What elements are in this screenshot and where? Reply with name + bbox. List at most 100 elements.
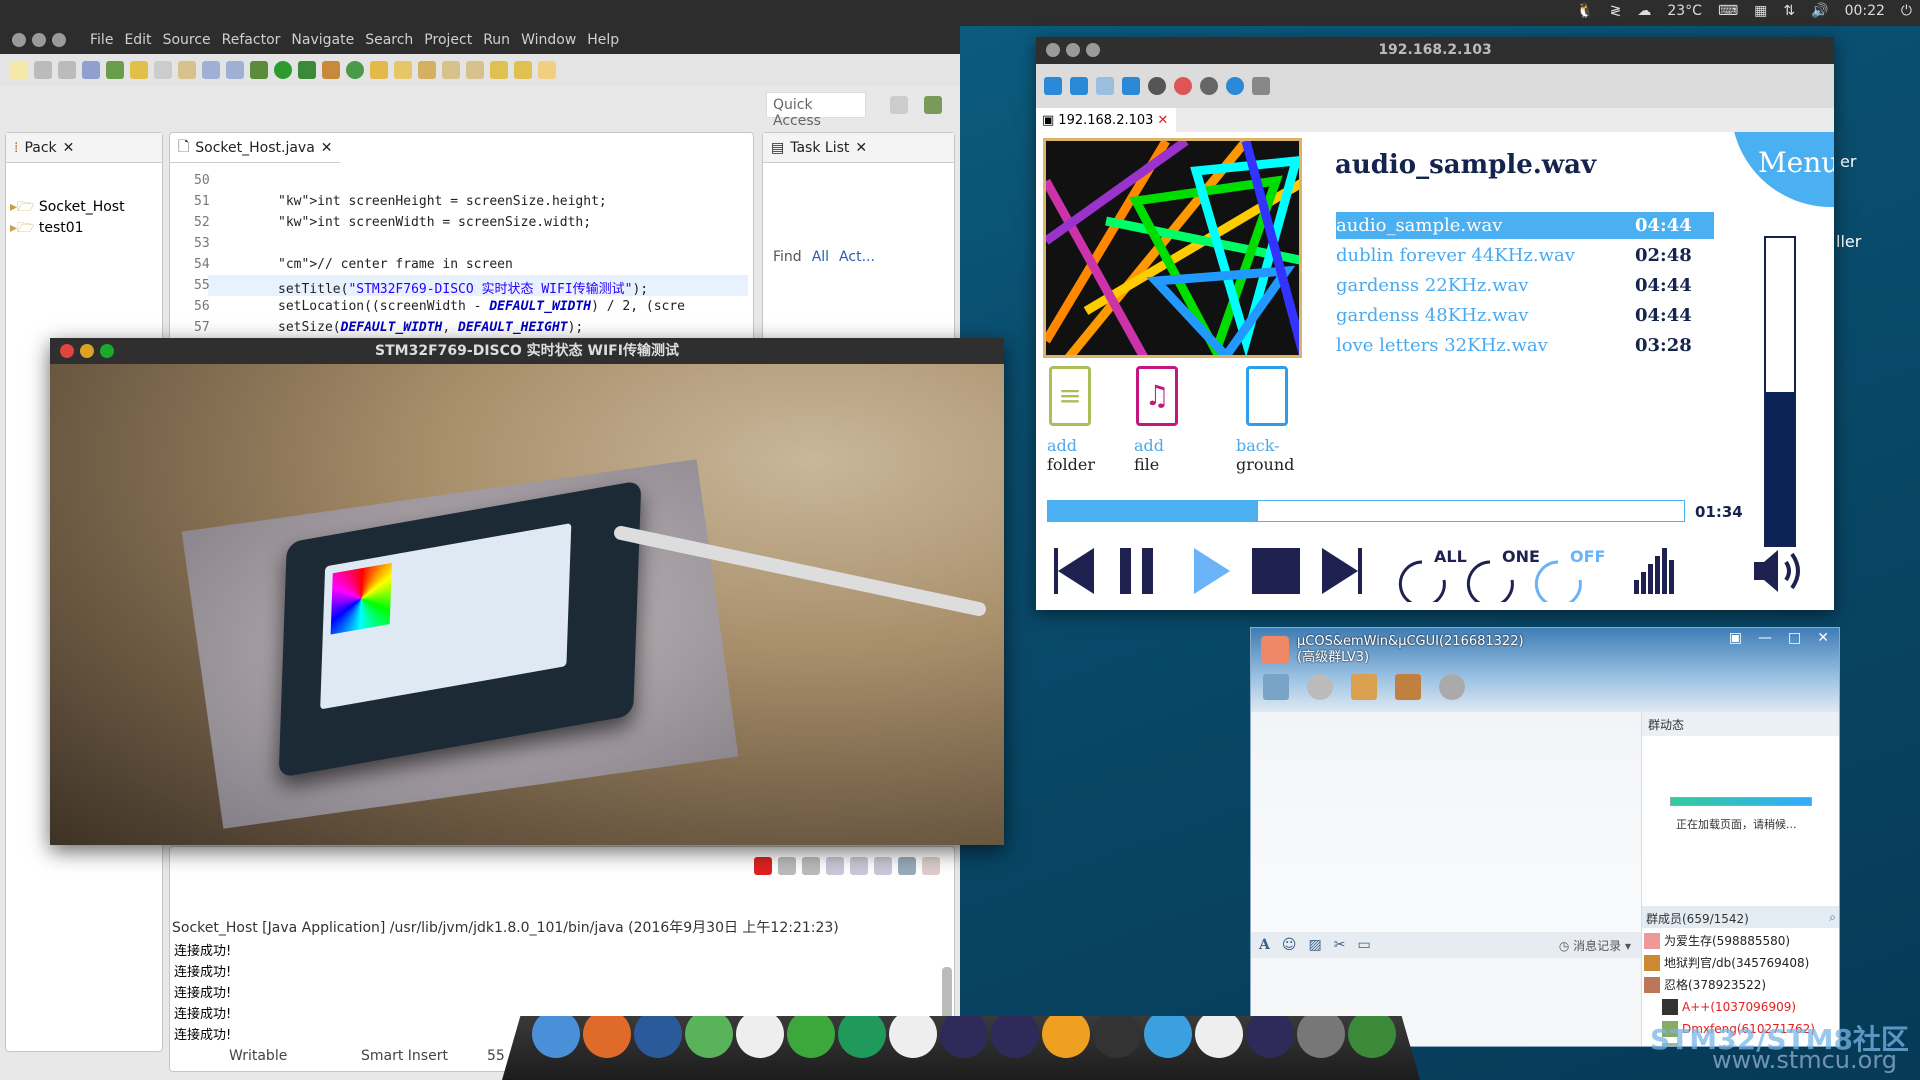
green-orb-icon[interactable] <box>1348 1016 1396 1058</box>
playlist-item[interactable]: dublin forever 44KHz.wav 02:48 <box>1336 242 1714 269</box>
menu-edit[interactable]: Edit <box>124 32 151 48</box>
block-icon[interactable] <box>202 61 220 79</box>
open-perspective-icon[interactable] <box>890 96 908 114</box>
eclipse-icon[interactable] <box>1246 1016 1294 1058</box>
open-console-icon[interactable] <box>922 857 940 875</box>
menu-source[interactable]: Source <box>163 32 211 48</box>
pen-icon[interactable] <box>418 61 436 79</box>
external-tools-icon[interactable] <box>298 61 316 79</box>
member-item[interactable]: 忍格(378923522) <box>1644 974 1815 996</box>
volume-slider[interactable] <box>1764 236 1796 547</box>
member-item[interactable]: A++(1037096909) <box>1644 996 1815 1018</box>
repeat-one-icon[interactable] <box>1466 560 1514 602</box>
action-ground[interactable]: back-ground <box>1236 366 1316 474</box>
firefox-icon[interactable] <box>583 1016 631 1058</box>
code-line[interactable]: "cm">// center frame in screen <box>278 257 513 272</box>
maximize-button[interactable] <box>52 33 66 47</box>
qq-reader-icon[interactable] <box>838 1016 886 1058</box>
close-tab-icon[interactable]: ✕ <box>1157 113 1168 128</box>
pause-button[interactable] <box>1120 548 1153 594</box>
action-file[interactable]: ♫ add file <box>1134 366 1214 474</box>
code-line[interactable]: setLocation((screenWidth - DEFAULT_WIDTH… <box>278 299 685 314</box>
remmina-icon[interactable] <box>1195 1016 1243 1058</box>
wechat-icon[interactable] <box>685 1016 733 1058</box>
clear-console-icon[interactable] <box>826 857 844 875</box>
tab-connection[interactable]: ▣ 192.168.2.103 ✕ <box>1036 108 1176 132</box>
display-console-icon[interactable] <box>898 857 916 875</box>
close-button[interactable] <box>12 33 26 47</box>
keyboard-icon[interactable] <box>1148 77 1166 95</box>
pin-icon[interactable] <box>82 61 100 79</box>
save-icon[interactable] <box>34 61 52 79</box>
minimize-button[interactable] <box>80 344 94 358</box>
member-item[interactable]: 为爱生存(598885580) <box>1644 930 1815 952</box>
download-icon[interactable] <box>1226 77 1244 95</box>
eclipse-icon[interactable] <box>940 1016 988 1058</box>
remove-launch-icon[interactable] <box>778 857 796 875</box>
clock[interactable]: 00:22 <box>1845 3 1885 19</box>
equalizer-icon[interactable] <box>1634 548 1674 594</box>
menu-run[interactable]: Run <box>483 32 510 48</box>
desktop-label[interactable]: er <box>1840 152 1856 171</box>
eclipse-icon[interactable] <box>991 1016 1039 1058</box>
temperature[interactable]: 23°C <box>1667 3 1702 19</box>
weather-icon[interactable]: ☁ <box>1637 3 1651 19</box>
close-tab-icon[interactable]: ✕ <box>855 140 867 156</box>
message-history-button[interactable]: ◷ 消息记录 ▾ <box>1559 937 1631 954</box>
close-tab-icon[interactable]: ✕ <box>321 140 333 156</box>
image-icon[interactable]: ▨ <box>1308 937 1321 953</box>
minimize-button[interactable] <box>1066 43 1080 57</box>
group-announce-icon[interactable] <box>1263 674 1289 700</box>
close-button[interactable] <box>1046 43 1060 57</box>
quick-access-input[interactable]: Quick Access <box>766 92 866 129</box>
member-item[interactable]: 地狱判官/db(345769408) <box>1644 952 1815 974</box>
share-folder-icon[interactable] <box>1351 674 1377 700</box>
anchor-icon[interactable] <box>532 1016 580 1058</box>
tab-package-explorer[interactable]: Pack <box>24 140 56 156</box>
next-button[interactable] <box>1322 548 1362 594</box>
toggle-icon[interactable] <box>1174 77 1192 95</box>
stop-button[interactable] <box>1252 548 1300 594</box>
open-type-icon[interactable] <box>106 61 124 79</box>
calendar-icon[interactable]: ▦ <box>1754 3 1767 19</box>
menu-help[interactable]: Help <box>587 32 619 48</box>
tab-socket-host[interactable]: Socket_Host.java <box>195 140 315 156</box>
new-class-icon[interactable] <box>346 61 364 79</box>
code-line[interactable]: "kw">int screenHeight = screenSize.heigh… <box>278 194 607 209</box>
apps-icon[interactable] <box>736 1016 784 1058</box>
play-button[interactable] <box>1194 548 1230 594</box>
power-icon[interactable]: ⏻ <box>1901 3 1912 19</box>
code-line[interactable]: setTitle("STM32F769-DISCO 实时状态 WIFI传输测试"… <box>278 278 648 297</box>
project-item[interactable]: ▸🗁 test01 <box>10 218 162 239</box>
scroll-lock-icon[interactable] <box>850 857 868 875</box>
close-button[interactable] <box>60 344 74 358</box>
settings-icon[interactable] <box>1200 77 1218 95</box>
forward-icon[interactable] <box>538 61 556 79</box>
remote-desktop-icon[interactable] <box>889 1016 937 1058</box>
new-icon[interactable] <box>10 61 28 79</box>
menu-search[interactable]: Search <box>365 32 413 48</box>
scale-icon[interactable] <box>1096 77 1114 95</box>
menu-project[interactable]: Project <box>424 32 472 48</box>
skin-icon[interactable]: ▣ <box>1729 630 1742 646</box>
menu-window[interactable]: Window <box>521 32 576 48</box>
previous-button[interactable] <box>1054 548 1094 594</box>
project-item[interactable]: ▸🗁 Socket_Host <box>10 197 162 218</box>
playlist-item[interactable]: gardenss 48KHz.wav 04:44 <box>1336 302 1714 329</box>
whitespace-icon[interactable] <box>226 61 244 79</box>
settings-icon[interactable] <box>1439 674 1465 700</box>
maximize-button[interactable] <box>100 344 114 358</box>
fit-window-icon[interactable] <box>1044 77 1062 95</box>
save-all-icon[interactable] <box>58 61 76 79</box>
new-package-icon[interactable] <box>322 61 340 79</box>
run-icon[interactable] <box>274 61 292 79</box>
terminate-icon[interactable] <box>754 857 772 875</box>
tab-task-list[interactable]: Task List <box>790 140 849 156</box>
shake-icon[interactable]: ▭ <box>1357 937 1370 953</box>
terminal-icon[interactable] <box>1093 1016 1141 1058</box>
menu-label[interactable]: Menu <box>1758 146 1834 179</box>
network-icon[interactable]: ≷ <box>1610 3 1622 19</box>
playlist-item[interactable]: gardenss 22KHz.wav 04:44 <box>1336 272 1714 299</box>
code-line[interactable]: "kw">int screenWidth = screenSize.width; <box>278 215 591 230</box>
speaker-icon[interactable] <box>1754 550 1800 592</box>
